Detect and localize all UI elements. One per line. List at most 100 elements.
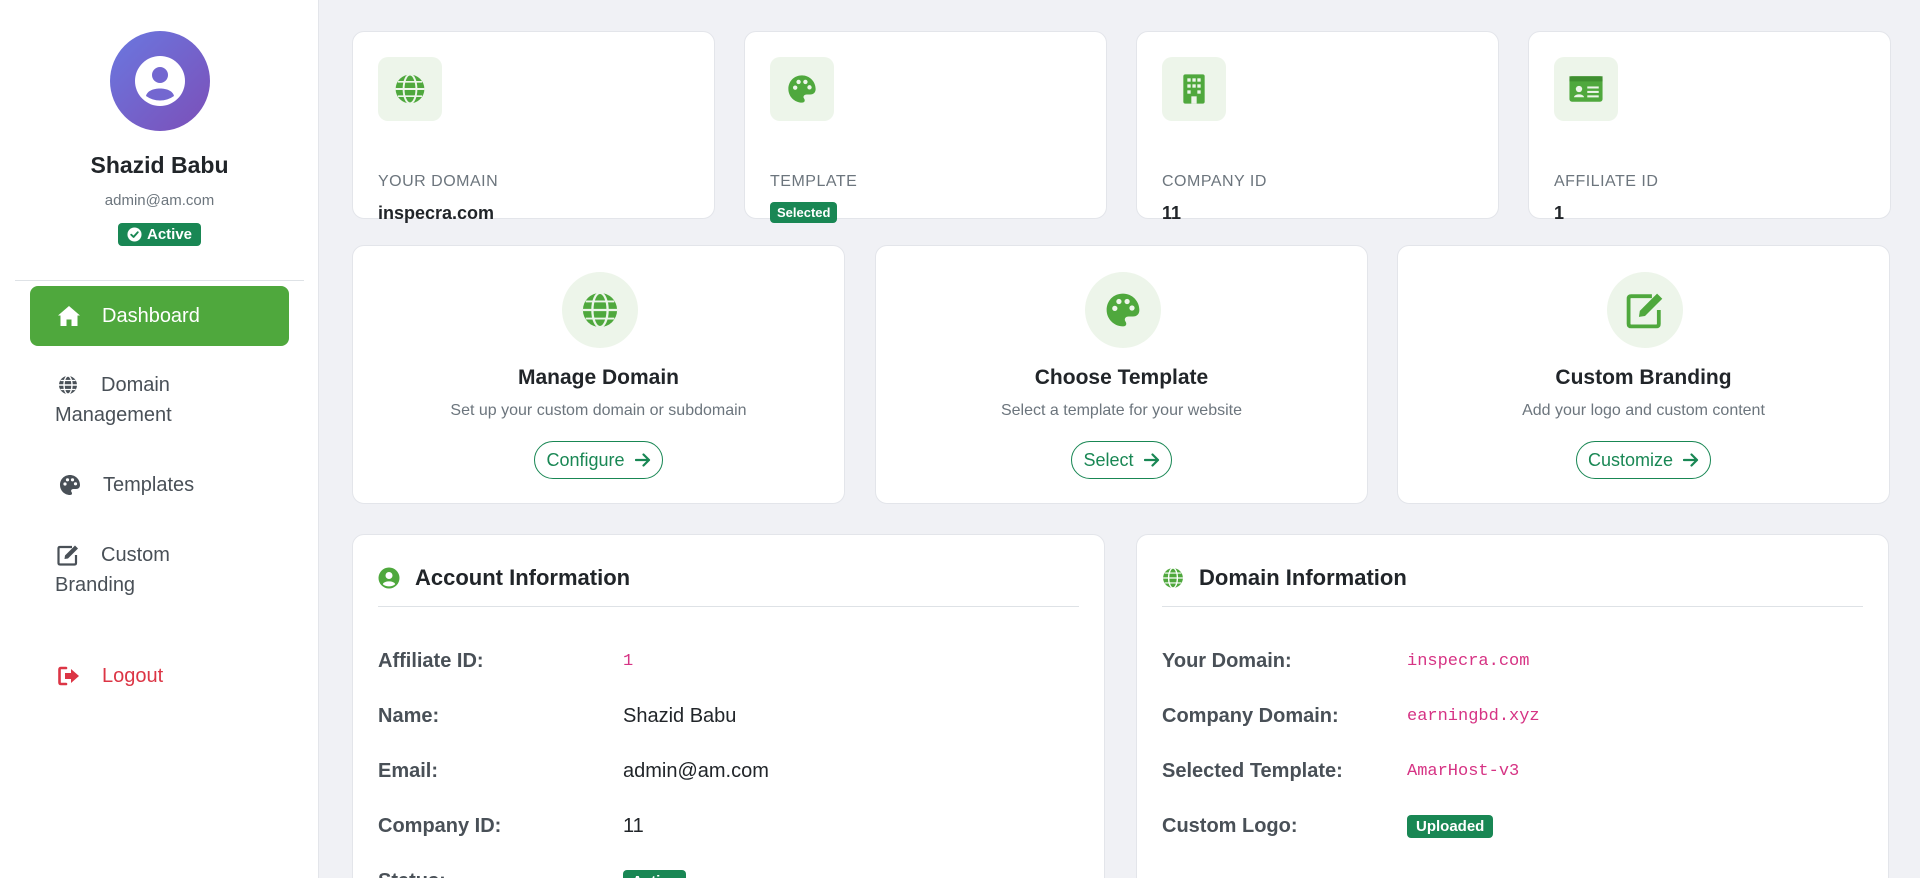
info-label: Your Domain: <box>1162 649 1292 672</box>
action-card-domain: Manage Domain Set up your custom domain … <box>352 245 845 504</box>
stat-label: COMPANY ID <box>1162 173 1267 190</box>
action-btn-wrap: Select <box>876 441 1367 479</box>
id-card-icon <box>1569 76 1603 102</box>
domain-info-header: Domain Information <box>1162 563 1863 607</box>
status-badge: Active <box>117 223 202 246</box>
globe-icon <box>582 291 618 329</box>
info-value: Shazid Babu <box>623 704 737 727</box>
stat-card-affiliate: AFFILIATE ID 1 <box>1528 31 1891 223</box>
sidebar-item-label: Logout <box>102 665 164 687</box>
stat-card-domain: YOUR DOMAIN inspecra.com <box>352 31 715 223</box>
action-desc: Set up your custom domain or subdomain <box>450 402 747 419</box>
action-card-template: Choose Template Select a template for yo… <box>875 245 1368 504</box>
sidebar-item-templates[interactable]: Templates <box>30 470 289 500</box>
info-label: Company Domain: <box>1162 704 1339 727</box>
select-button[interactable]: Select <box>1071 441 1172 479</box>
arrow-right-icon <box>1683 453 1699 467</box>
building-icon <box>1183 74 1205 104</box>
template-selected-badge: Selected <box>770 202 838 223</box>
sidebar-divider <box>15 280 304 281</box>
palette-icon <box>788 75 816 103</box>
stat-label: AFFILIATE ID <box>1554 173 1659 190</box>
info-row: Company Domain: earningbd.xyz <box>1162 701 1863 731</box>
info-row: Name: Shazid Babu <box>378 701 1079 731</box>
globe-icon <box>395 73 425 105</box>
action-icon-box <box>1607 272 1683 348</box>
sidebar: Shazid Babu admin@am.com Active Dashboar… <box>0 0 319 878</box>
info-row: Selected Template: AmarHost-v3 <box>1162 756 1863 786</box>
stat-card-company: COMPANY ID 11 <box>1136 31 1499 223</box>
palette-icon <box>57 470 83 500</box>
action-title: Custom Branding <box>1555 366 1732 389</box>
action-icon-box <box>1085 272 1161 348</box>
stat-icon-box <box>378 57 442 121</box>
action-card-branding: Custom Branding Add your logo and custom… <box>1397 245 1890 504</box>
info-label: Selected Template: <box>1162 759 1343 782</box>
user-name: Shazid Babu <box>90 152 229 178</box>
avatar <box>110 31 210 131</box>
sidebar-item-logout[interactable]: Logout <box>30 661 289 691</box>
info-value: inspecra.com <box>1407 651 1530 671</box>
select-button-label: Select <box>1083 449 1134 470</box>
stat-label: TEMPLATE <box>770 173 858 190</box>
action-icon-box <box>562 272 638 348</box>
stat-label: YOUR DOMAIN <box>378 173 499 190</box>
sidebar-item-domain[interactable]: Domain Management <box>30 370 250 430</box>
globe-icon <box>1162 563 1186 593</box>
stat-value: 1 <box>1554 203 1565 223</box>
action-btn-wrap: Configure <box>353 441 844 479</box>
action-title: Choose Template <box>1034 366 1209 389</box>
user-email: admin@am.com <box>104 192 215 209</box>
arrow-right-icon <box>1143 453 1159 467</box>
customize-button-label: Customize <box>1587 449 1674 470</box>
status-badge: Active <box>623 869 687 878</box>
sidebar-item-label: Dashboard <box>102 305 200 327</box>
configure-button[interactable]: Configure <box>534 441 663 479</box>
info-value: admin@am.com <box>623 759 769 782</box>
configure-button-label: Configure <box>546 449 625 470</box>
palette-icon <box>1106 293 1140 327</box>
stat-icon-box <box>1162 57 1226 121</box>
info-label: Custom Logo: <box>1162 814 1298 837</box>
info-row: Email: admin@am.com <box>378 756 1079 786</box>
action-desc: Select a template for your website <box>1000 402 1242 419</box>
info-value: 1 <box>623 651 634 671</box>
account-info-title: Account Information <box>415 565 631 590</box>
info-row: Company ID: 11 <box>378 811 1079 841</box>
action-title: Manage Domain <box>517 366 680 389</box>
stat-card-template: TEMPLATE Selected <box>744 31 1107 223</box>
logo-uploaded-badge: Uploaded <box>1407 814 1494 838</box>
domain-info-card: Domain Information Your Domain: inspecra… <box>1136 534 1889 878</box>
customize-button[interactable]: Customize <box>1575 441 1712 479</box>
info-value: earningbd.xyz <box>1407 706 1540 726</box>
edit-icon <box>55 540 81 570</box>
info-row: Status: Active <box>378 866 1079 878</box>
status-badge-label: Active <box>146 226 193 243</box>
stat-value: 11 <box>1162 203 1182 223</box>
user-circle-icon <box>135 56 185 106</box>
user-circle-icon <box>378 563 402 593</box>
edit-icon <box>1626 293 1663 329</box>
stat-value: inspecra.com <box>378 203 495 223</box>
sidebar-item-dashboard[interactable]: Dashboard <box>30 286 289 346</box>
stat-icon-box <box>1554 57 1618 121</box>
info-label: Status: <box>378 870 623 878</box>
domain-info-title: Domain Information <box>1199 565 1407 590</box>
arrow-right-icon <box>634 453 650 467</box>
info-label: Company ID: <box>378 814 502 837</box>
status-wrap: Active <box>0 223 319 247</box>
info-label: Affiliate ID: <box>378 649 484 672</box>
action-desc: Add your logo and custom content <box>1522 402 1765 419</box>
info-row: Your Domain: inspecra.com <box>1162 646 1863 676</box>
info-value: AmarHost-v3 <box>1407 761 1520 781</box>
info-row: Affiliate ID: 1 <box>378 646 1079 676</box>
globe-icon <box>55 370 81 400</box>
logout-icon <box>56 661 82 691</box>
info-label: Email: <box>378 759 439 782</box>
account-info-header: Account Information <box>378 563 1079 607</box>
check-circle-icon <box>127 227 142 242</box>
info-label: Name: <box>378 704 440 727</box>
account-info-card: Account Information Affiliate ID: 1 Name… <box>352 534 1105 878</box>
sidebar-item-branding[interactable]: Custom Branding <box>30 540 230 600</box>
action-btn-wrap: Customize <box>1398 441 1889 479</box>
